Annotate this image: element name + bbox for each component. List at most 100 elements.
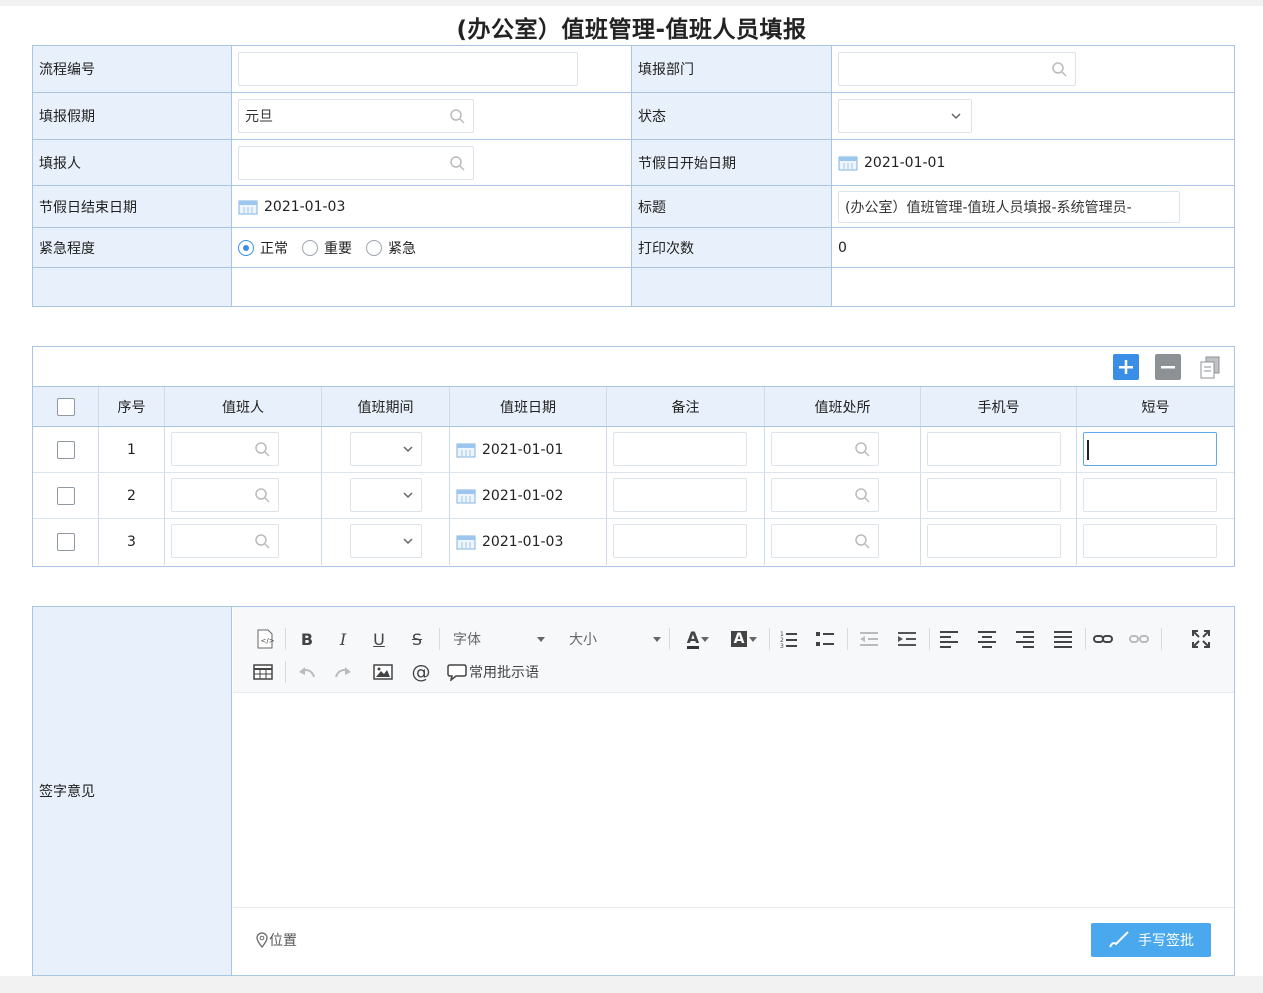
- short-no-input[interactable]: [1083, 432, 1217, 466]
- duty-person-input[interactable]: [171, 524, 279, 558]
- urgency-important-radio[interactable]: 重要: [302, 238, 352, 258]
- urgency-label: 紧急程度: [33, 228, 232, 267]
- calendar-icon[interactable]: [456, 534, 476, 550]
- redo-icon[interactable]: [331, 660, 355, 684]
- form-row-holiday: 填报假期 元旦 状态: [33, 93, 1234, 140]
- chevron-down-icon: [403, 538, 413, 545]
- font-size-select[interactable]: 大小: [569, 627, 661, 651]
- search-icon[interactable]: [854, 533, 870, 549]
- urgency-normal-radio[interactable]: 正常: [238, 238, 288, 258]
- search-icon[interactable]: [254, 533, 270, 549]
- align-left-icon[interactable]: [937, 627, 961, 651]
- search-icon[interactable]: [449, 155, 465, 171]
- italic-icon[interactable]: I: [331, 627, 355, 651]
- add-row-button[interactable]: [1113, 354, 1139, 380]
- duty-grid: 序号 值班人 值班期间 值班日期 备注 值班处所 手机号 短号 1 2021-0…: [32, 346, 1235, 567]
- row-checkbox[interactable]: [56, 440, 75, 459]
- fullscreen-icon[interactable]: [1189, 627, 1213, 651]
- grid-header-row: 序号 值班人 值班期间 值班日期 备注 值班处所 手机号 短号: [33, 387, 1234, 427]
- search-icon[interactable]: [854, 487, 870, 503]
- search-icon[interactable]: [254, 487, 270, 503]
- reporter-input[interactable]: [238, 145, 474, 180]
- col-header-date: 值班日期: [450, 387, 607, 426]
- calendar-icon[interactable]: [838, 155, 858, 171]
- common-phrases-button[interactable]: 常用批示语: [447, 660, 557, 684]
- phone-input[interactable]: [927, 478, 1061, 512]
- unlink-icon[interactable]: [1127, 627, 1151, 651]
- duty-date-field[interactable]: 2021-01-02: [450, 473, 607, 518]
- duty-period-select[interactable]: [350, 524, 422, 558]
- link-icon[interactable]: [1091, 627, 1115, 651]
- form-row-flow: 流程编号 填报部门: [33, 46, 1234, 93]
- flow-no-label: 流程编号: [33, 46, 232, 92]
- flow-no-input[interactable]: [238, 52, 578, 86]
- align-justify-icon[interactable]: [1051, 627, 1075, 651]
- calendar-icon[interactable]: [456, 442, 476, 458]
- dept-input[interactable]: [838, 52, 1076, 86]
- subject-input[interactable]: (办公室）值班管理-值班人员填报-系统管理员-: [838, 190, 1180, 223]
- status-select[interactable]: [838, 99, 972, 133]
- calendar-icon[interactable]: [456, 488, 476, 504]
- duty-date-field[interactable]: 2021-01-03: [450, 519, 607, 565]
- remove-row-button[interactable]: [1155, 354, 1181, 380]
- undo-icon[interactable]: [295, 660, 319, 684]
- align-center-icon[interactable]: [975, 627, 999, 651]
- reporter-label: 填报人: [33, 140, 232, 185]
- duty-period-select[interactable]: [350, 432, 422, 466]
- unordered-list-icon[interactable]: [813, 627, 837, 651]
- ordered-list-icon[interactable]: 123: [777, 627, 801, 651]
- search-icon[interactable]: [1051, 61, 1067, 77]
- strikethrough-icon[interactable]: S: [405, 627, 429, 651]
- search-icon[interactable]: [449, 108, 465, 124]
- location-input[interactable]: [771, 524, 879, 558]
- editor-content-area[interactable]: [233, 694, 1234, 907]
- source-code-icon[interactable]: </>: [253, 627, 277, 651]
- align-right-icon[interactable]: [1013, 627, 1037, 651]
- location-input[interactable]: [771, 432, 879, 466]
- short-no-input[interactable]: [1083, 524, 1217, 558]
- search-icon[interactable]: [854, 441, 870, 457]
- calendar-icon[interactable]: [238, 199, 258, 215]
- font-family-select[interactable]: 字体: [453, 627, 545, 651]
- start-date-label: 节假日开始日期: [632, 140, 832, 185]
- copy-row-button[interactable]: [1197, 354, 1223, 380]
- holiday-input[interactable]: 元旦: [238, 99, 474, 133]
- start-date-field[interactable]: 2021-01-01: [832, 140, 1234, 185]
- bold-icon[interactable]: B: [295, 627, 319, 651]
- minus-icon: [1161, 366, 1175, 369]
- table-row: 3 2021-01-03: [33, 519, 1234, 565]
- remark-input[interactable]: [613, 478, 747, 512]
- font-color-icon[interactable]: A: [681, 627, 715, 651]
- phone-input[interactable]: [927, 432, 1061, 466]
- end-date-label: 节假日结束日期: [33, 186, 232, 227]
- location-button[interactable]: 位置: [255, 930, 297, 950]
- mention-icon[interactable]: @: [409, 660, 433, 684]
- outdent-icon[interactable]: [857, 627, 881, 651]
- remark-input[interactable]: [613, 524, 747, 558]
- top-strip: [0, 0, 1263, 6]
- indent-icon[interactable]: [895, 627, 919, 651]
- select-all-checkbox[interactable]: [56, 397, 75, 416]
- duty-period-select[interactable]: [350, 478, 422, 512]
- row-checkbox[interactable]: [56, 533, 75, 551]
- duty-person-input[interactable]: [171, 432, 279, 466]
- remark-input[interactable]: [613, 432, 747, 466]
- duty-person-input[interactable]: [171, 478, 279, 512]
- row-checkbox[interactable]: [56, 486, 75, 505]
- end-date-field[interactable]: 2021-01-03: [232, 186, 632, 227]
- underline-icon[interactable]: U: [367, 627, 391, 651]
- image-icon[interactable]: [371, 660, 395, 684]
- urgency-urgent-radio[interactable]: 紧急: [366, 238, 416, 258]
- short-no-input[interactable]: [1083, 478, 1217, 512]
- handwrite-sign-button[interactable]: 手写签批: [1091, 923, 1211, 957]
- table-icon[interactable]: [251, 660, 275, 684]
- location-input[interactable]: [771, 478, 879, 512]
- background-color-icon[interactable]: A: [727, 627, 761, 651]
- duty-date-field[interactable]: 2021-01-01: [450, 427, 607, 472]
- search-icon[interactable]: [254, 441, 270, 457]
- col-header-no: 序号: [99, 387, 165, 426]
- copy-icon: [1200, 356, 1220, 379]
- chevron-down-icon: [403, 492, 413, 499]
- plus-icon: [1119, 360, 1133, 374]
- phone-input[interactable]: [927, 524, 1061, 558]
